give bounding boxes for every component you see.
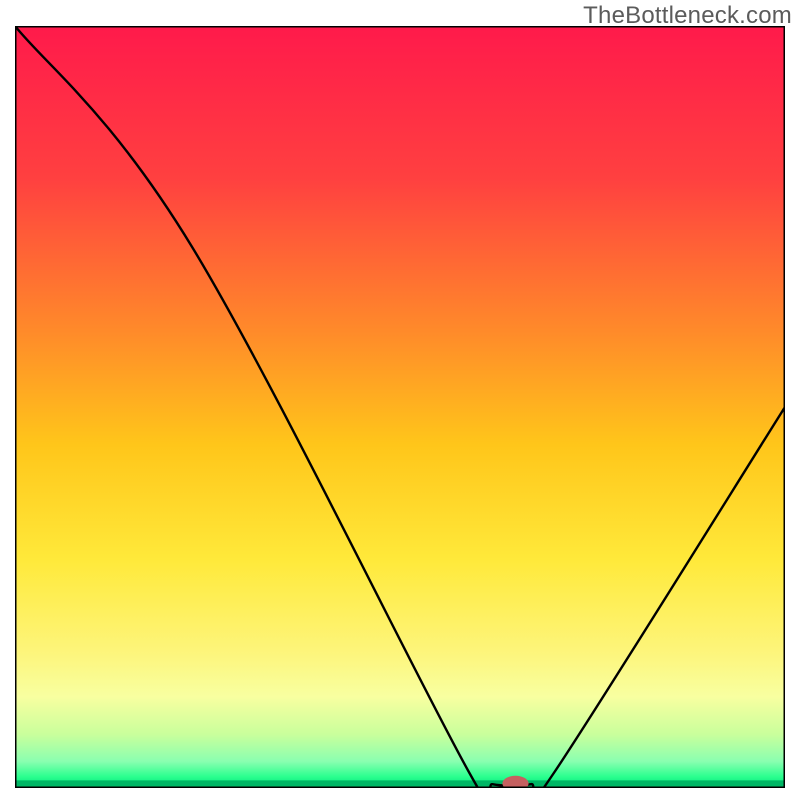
watermark-label: TheBottleneck.com [583,2,792,30]
plot-area [15,26,785,788]
gradient-background [15,26,785,788]
bottleneck-chart [15,26,785,788]
chart-frame: TheBottleneck.com [0,0,800,800]
